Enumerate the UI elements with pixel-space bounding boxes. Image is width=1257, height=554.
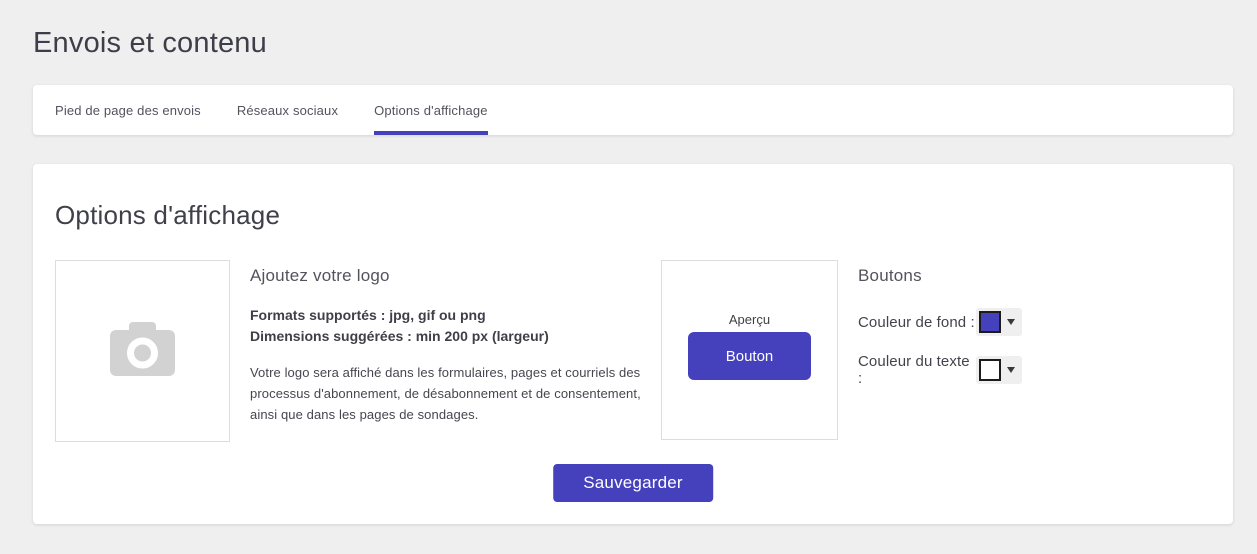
text-color-picker[interactable] xyxy=(976,356,1022,384)
settings-page: Envois et contenu Pied de page des envoi… xyxy=(0,0,1257,554)
panel-content-row: Ajoutez votre logo Formats supportés : j… xyxy=(55,260,1211,442)
tab-pied-de-page-des-envois[interactable]: Pied de page des envois xyxy=(55,85,201,135)
tab-options-affichage[interactable]: Options d'affichage xyxy=(374,85,488,135)
logo-section-heading: Ajoutez votre logo xyxy=(250,266,390,285)
panel-title: Options d'affichage xyxy=(55,200,281,230)
chevron-down-icon xyxy=(1007,367,1015,373)
logo-upload-box[interactable] xyxy=(55,260,230,442)
chevron-down-icon xyxy=(1007,319,1015,325)
buttons-settings-column: Boutons Couleur de fond : Couleur du tex… xyxy=(858,260,1211,387)
text-color-swatch xyxy=(979,359,1001,381)
text-color-label: Couleur du texte : xyxy=(858,353,970,387)
tab-bar: Pied de page des envois Réseaux sociaux … xyxy=(33,85,1233,135)
logo-info-column: Ajoutez votre logo Formats supportés : j… xyxy=(250,260,641,425)
logo-dimensions-line: Dimensions suggérées : min 200 px (large… xyxy=(250,328,549,344)
button-preview-box: Aperçu Bouton xyxy=(661,260,838,440)
logo-formats-line: Formats supportés : jpg, gif ou png xyxy=(250,307,486,323)
text-color-row: Couleur du texte : xyxy=(858,353,1211,387)
preview-label: Aperçu xyxy=(728,312,771,327)
display-options-panel: Options d'affichage Ajoutez votre logo F… xyxy=(33,164,1233,524)
buttons-section-heading: Boutons xyxy=(858,266,922,285)
tab-reseaux-sociaux[interactable]: Réseaux sociaux xyxy=(237,85,338,135)
preview-button: Bouton xyxy=(688,332,811,380)
background-color-row: Couleur de fond : xyxy=(858,308,1211,336)
background-color-picker[interactable] xyxy=(976,308,1022,336)
background-color-label: Couleur de fond : xyxy=(858,313,975,331)
camera-icon xyxy=(110,321,175,381)
background-color-swatch xyxy=(979,311,1001,333)
logo-requirements: Formats supportés : jpg, gif ou png Dime… xyxy=(250,305,641,347)
page-title: Envois et contenu xyxy=(33,27,267,59)
logo-description: Votre logo sera affiché dans les formula… xyxy=(250,365,641,422)
save-button[interactable]: Sauvegarder xyxy=(553,464,713,502)
